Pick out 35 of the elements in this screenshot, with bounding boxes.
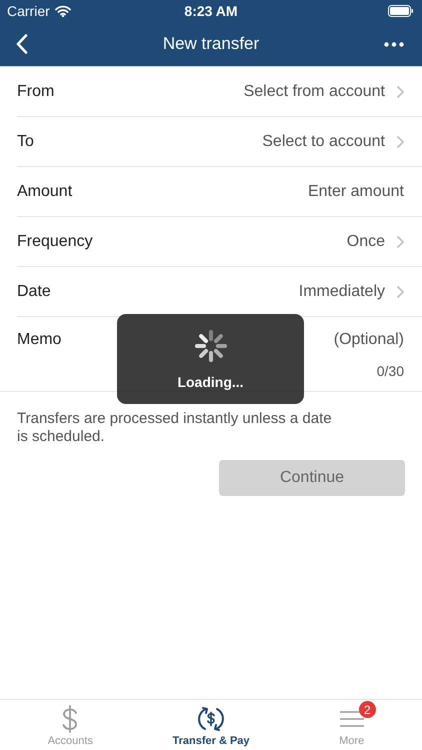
field-value: Select from account bbox=[244, 82, 385, 100]
battery-icon bbox=[388, 5, 414, 17]
character-counter: 0/30 bbox=[376, 363, 404, 379]
chevron-icon bbox=[397, 236, 404, 248]
tab-item[interactable]: 2 More bbox=[281, 700, 422, 750]
field-label: From bbox=[17, 82, 54, 100]
field-label: Amount bbox=[17, 182, 72, 200]
form-row[interactable]: Frequency Once bbox=[17, 217, 422, 267]
notification-badge: 2 bbox=[358, 701, 376, 718]
field-label: To bbox=[17, 132, 34, 150]
form-row[interactable]: To Select to account bbox=[17, 117, 422, 167]
spinner-icon bbox=[192, 328, 228, 364]
dollar-exchange-icon bbox=[197, 705, 225, 733]
input-field[interactable]: Enter amount bbox=[204, 182, 404, 200]
tab-item[interactable]: Transfer & Pay bbox=[140, 700, 282, 750]
field-label: Frequency bbox=[17, 232, 93, 250]
carrier-name: Carrier bbox=[7, 3, 50, 19]
screen-title: New transfer bbox=[162, 34, 260, 54]
info-text: Transfers are processed instantly unless a date is scheduled. bbox=[17, 410, 333, 446]
field-label: Memo bbox=[17, 331, 62, 349]
form-row[interactable]: From Select from account bbox=[17, 67, 422, 117]
menu-icon bbox=[338, 710, 365, 728]
status-time: 8:23 AM bbox=[184, 3, 238, 19]
back-icon bbox=[16, 34, 28, 54]
field-value: Once bbox=[346, 232, 385, 250]
chevron-icon bbox=[397, 86, 404, 98]
field-label: Date bbox=[17, 282, 51, 300]
chevron-icon bbox=[397, 286, 404, 298]
loading-text: Loading... bbox=[177, 374, 244, 390]
wifi-icon bbox=[54, 5, 71, 17]
chevron-icon bbox=[397, 136, 404, 148]
ellipsis-icon bbox=[384, 42, 404, 46]
field-value: Immediately bbox=[298, 282, 385, 300]
dollar-icon bbox=[61, 705, 80, 733]
field-value: Select to account bbox=[262, 132, 385, 150]
